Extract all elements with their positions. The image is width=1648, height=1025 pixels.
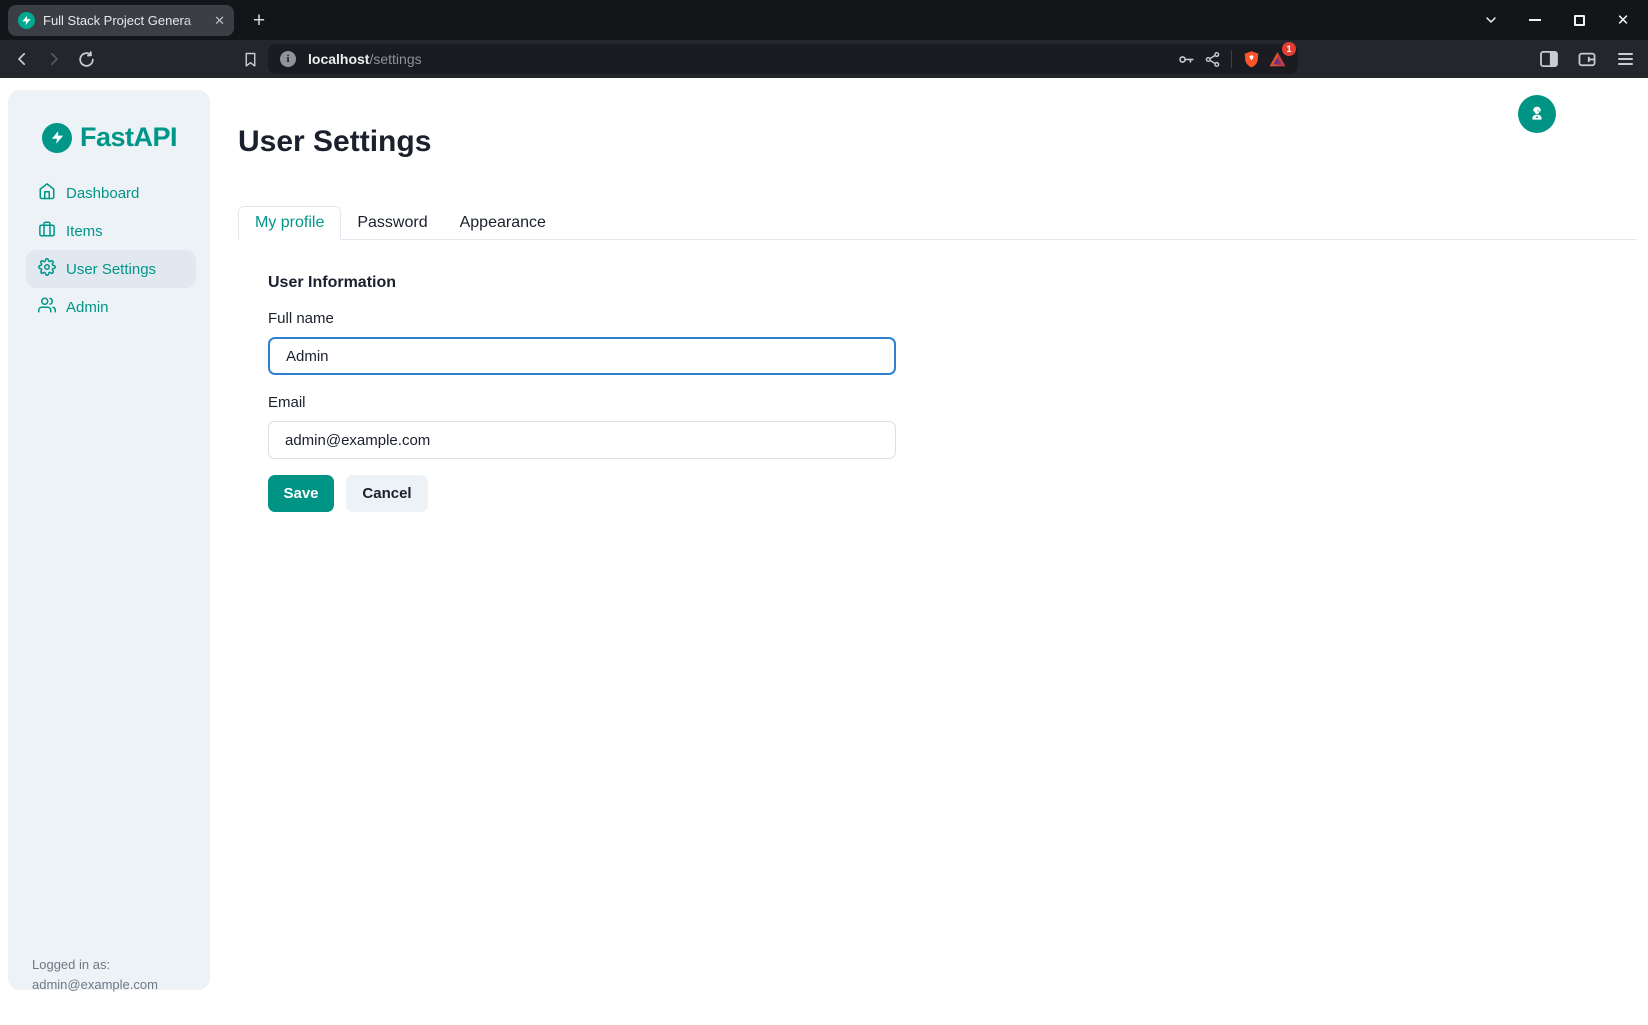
- tab-title-fade: [184, 5, 210, 36]
- share-icon[interactable]: [1199, 47, 1225, 71]
- new-tab-button[interactable]: +: [244, 5, 274, 36]
- tab-title: Full Stack Project Genera: [43, 13, 193, 28]
- window-controls: ✕: [1480, 0, 1648, 40]
- app-page: FastAPI Dashboard Items: [0, 78, 1648, 1025]
- bookmark-icon[interactable]: [238, 47, 262, 71]
- minimize-icon: [1529, 19, 1541, 21]
- sidebar-item-label: Admin: [66, 299, 109, 316]
- back-button[interactable]: [10, 47, 34, 71]
- address-bar[interactable]: i localhost/settings 1: [268, 44, 1298, 74]
- logged-in-label: Logged in as:: [32, 955, 158, 975]
- section-title: User Information: [268, 274, 396, 292]
- fastapi-favicon-icon: [18, 12, 35, 29]
- tab-strip: Full Stack Project Genera ✕ + ✕: [0, 0, 1648, 40]
- menu-icon[interactable]: [1612, 47, 1638, 71]
- rewards-badge: 1: [1282, 42, 1296, 56]
- sidebar-item-items[interactable]: Items: [26, 212, 196, 250]
- briefcase-icon: [38, 220, 56, 242]
- fastapi-bolt-icon: [42, 123, 72, 153]
- side-panel-icon[interactable]: [1536, 47, 1562, 71]
- toolbar-divider: [1231, 50, 1232, 68]
- users-icon: [38, 296, 56, 318]
- password-key-icon[interactable]: [1173, 47, 1199, 71]
- logged-in-info: Logged in as: admin@example.com: [32, 955, 158, 995]
- tab-my-profile[interactable]: My profile: [238, 206, 341, 240]
- url-path: /settings: [369, 51, 421, 67]
- full-name-input[interactable]: [268, 337, 896, 375]
- sidebar: FastAPI Dashboard Items: [8, 90, 210, 990]
- maximize-icon: [1574, 15, 1585, 26]
- sidebar-item-dashboard[interactable]: Dashboard: [26, 174, 196, 212]
- url-host: localhost: [308, 51, 369, 67]
- minimize-button[interactable]: [1524, 9, 1546, 31]
- tab-search-chevron-icon[interactable]: [1480, 9, 1502, 31]
- sidebar-item-label: User Settings: [66, 261, 156, 278]
- logo-text: FastAPI: [80, 122, 177, 153]
- tab-password[interactable]: Password: [341, 206, 443, 240]
- home-icon: [38, 182, 56, 204]
- browser-window: Full Stack Project Genera ✕ + ✕: [0, 0, 1648, 1025]
- brave-rewards-icon[interactable]: 1: [1264, 47, 1290, 71]
- email-input[interactable]: [268, 421, 896, 459]
- forward-button[interactable]: [42, 47, 66, 71]
- settings-tabs: My profile Password Appearance: [238, 206, 562, 240]
- gear-icon: [38, 258, 56, 280]
- reload-button[interactable]: [74, 47, 98, 71]
- toolbar-right: [1536, 47, 1638, 71]
- sidebar-item-user-settings[interactable]: User Settings: [26, 250, 196, 288]
- close-window-button[interactable]: ✕: [1612, 9, 1634, 31]
- logged-in-email: admin@example.com: [32, 975, 158, 995]
- user-menu-button[interactable]: [1518, 95, 1556, 133]
- maximize-button[interactable]: [1568, 9, 1590, 31]
- close-tab-icon[interactable]: ✕: [214, 14, 225, 27]
- browser-toolbar: i localhost/settings 1: [0, 40, 1648, 78]
- browser-tab[interactable]: Full Stack Project Genera ✕: [8, 5, 234, 36]
- tab-appearance[interactable]: Appearance: [444, 206, 562, 240]
- sidebar-item-label: Dashboard: [66, 185, 139, 202]
- sidebar-nav: Dashboard Items User Settings: [26, 174, 196, 326]
- save-button[interactable]: Save: [268, 475, 334, 512]
- user-avatar-icon: [1527, 103, 1547, 126]
- site-info-icon[interactable]: i: [280, 51, 296, 67]
- brave-shield-icon[interactable]: [1238, 47, 1264, 71]
- full-name-label: Full name: [268, 310, 334, 327]
- fastapi-logo: FastAPI: [42, 122, 177, 153]
- url-text: localhost/settings: [308, 51, 422, 67]
- wallet-icon[interactable]: [1574, 47, 1600, 71]
- sidebar-item-admin[interactable]: Admin: [26, 288, 196, 326]
- page-title: User Settings: [238, 125, 431, 159]
- cancel-button[interactable]: Cancel: [346, 475, 428, 512]
- email-label: Email: [268, 394, 306, 411]
- sidebar-item-label: Items: [66, 223, 103, 240]
